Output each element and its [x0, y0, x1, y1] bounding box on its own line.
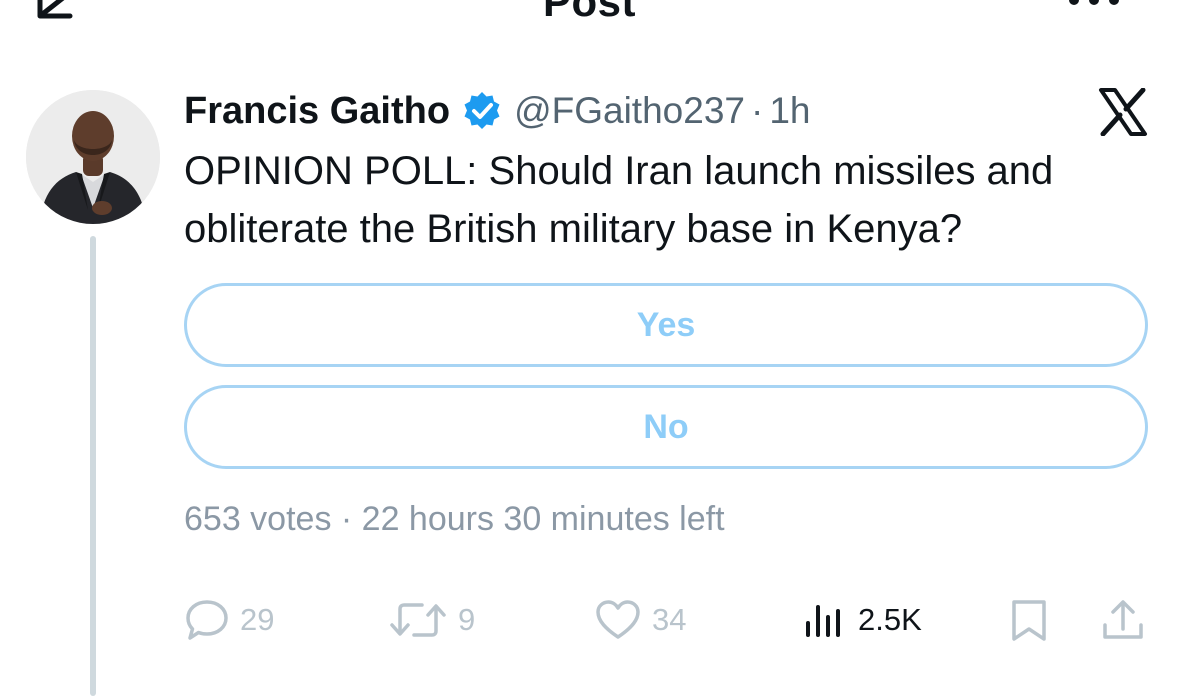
author-name[interactable]: Francis Gaitho	[184, 90, 450, 133]
post-time[interactable]: 1h	[769, 90, 810, 132]
bookmark-icon	[1012, 600, 1046, 641]
bookmark-button[interactable]	[1006, 594, 1052, 646]
reply-button[interactable]: 29	[184, 594, 274, 646]
poll-option-yes[interactable]: Yes	[184, 283, 1148, 367]
more-options-button[interactable]	[1064, 0, 1124, 14]
author-handle[interactable]: @FGaitho237	[514, 90, 745, 132]
heart-icon	[596, 600, 640, 639]
poll-meta: 653 votes · 22 hours 30 minutes left	[184, 500, 725, 538]
views-count: 2.5K	[858, 602, 922, 637]
thread-line	[90, 236, 96, 696]
poll-option-label: No	[643, 407, 689, 446]
views-button[interactable]: 2.5K	[802, 594, 922, 646]
reply-icon	[186, 600, 228, 640]
repost-count: 9	[458, 602, 476, 637]
like-button[interactable]: 34	[594, 594, 686, 646]
more-horizontal-icon	[1069, 0, 1119, 5]
reply-count: 29	[240, 602, 275, 637]
post-header: Francis Gaitho @FGaitho237 · 1h	[184, 86, 810, 136]
views-icon	[806, 605, 840, 637]
repost-icon	[390, 603, 446, 637]
time-separator: ·	[750, 90, 764, 131]
x-logo-icon	[1099, 88, 1147, 136]
avatar-photo	[26, 90, 160, 224]
action-bar: 29 9 34 2.5K	[184, 594, 1154, 646]
poll-option-label: Yes	[636, 305, 696, 344]
share-icon	[1103, 600, 1143, 639]
avatar[interactable]	[26, 90, 160, 224]
poll-option-no[interactable]: No	[184, 385, 1148, 469]
repost-button[interactable]: 9	[388, 594, 475, 646]
share-button[interactable]	[1100, 594, 1146, 646]
like-count: 34	[652, 602, 687, 637]
page-title: Post	[542, 0, 636, 25]
verified-badge-icon	[464, 92, 500, 129]
post-text: OPINION POLL: Should Iran launch missile…	[184, 149, 1054, 251]
